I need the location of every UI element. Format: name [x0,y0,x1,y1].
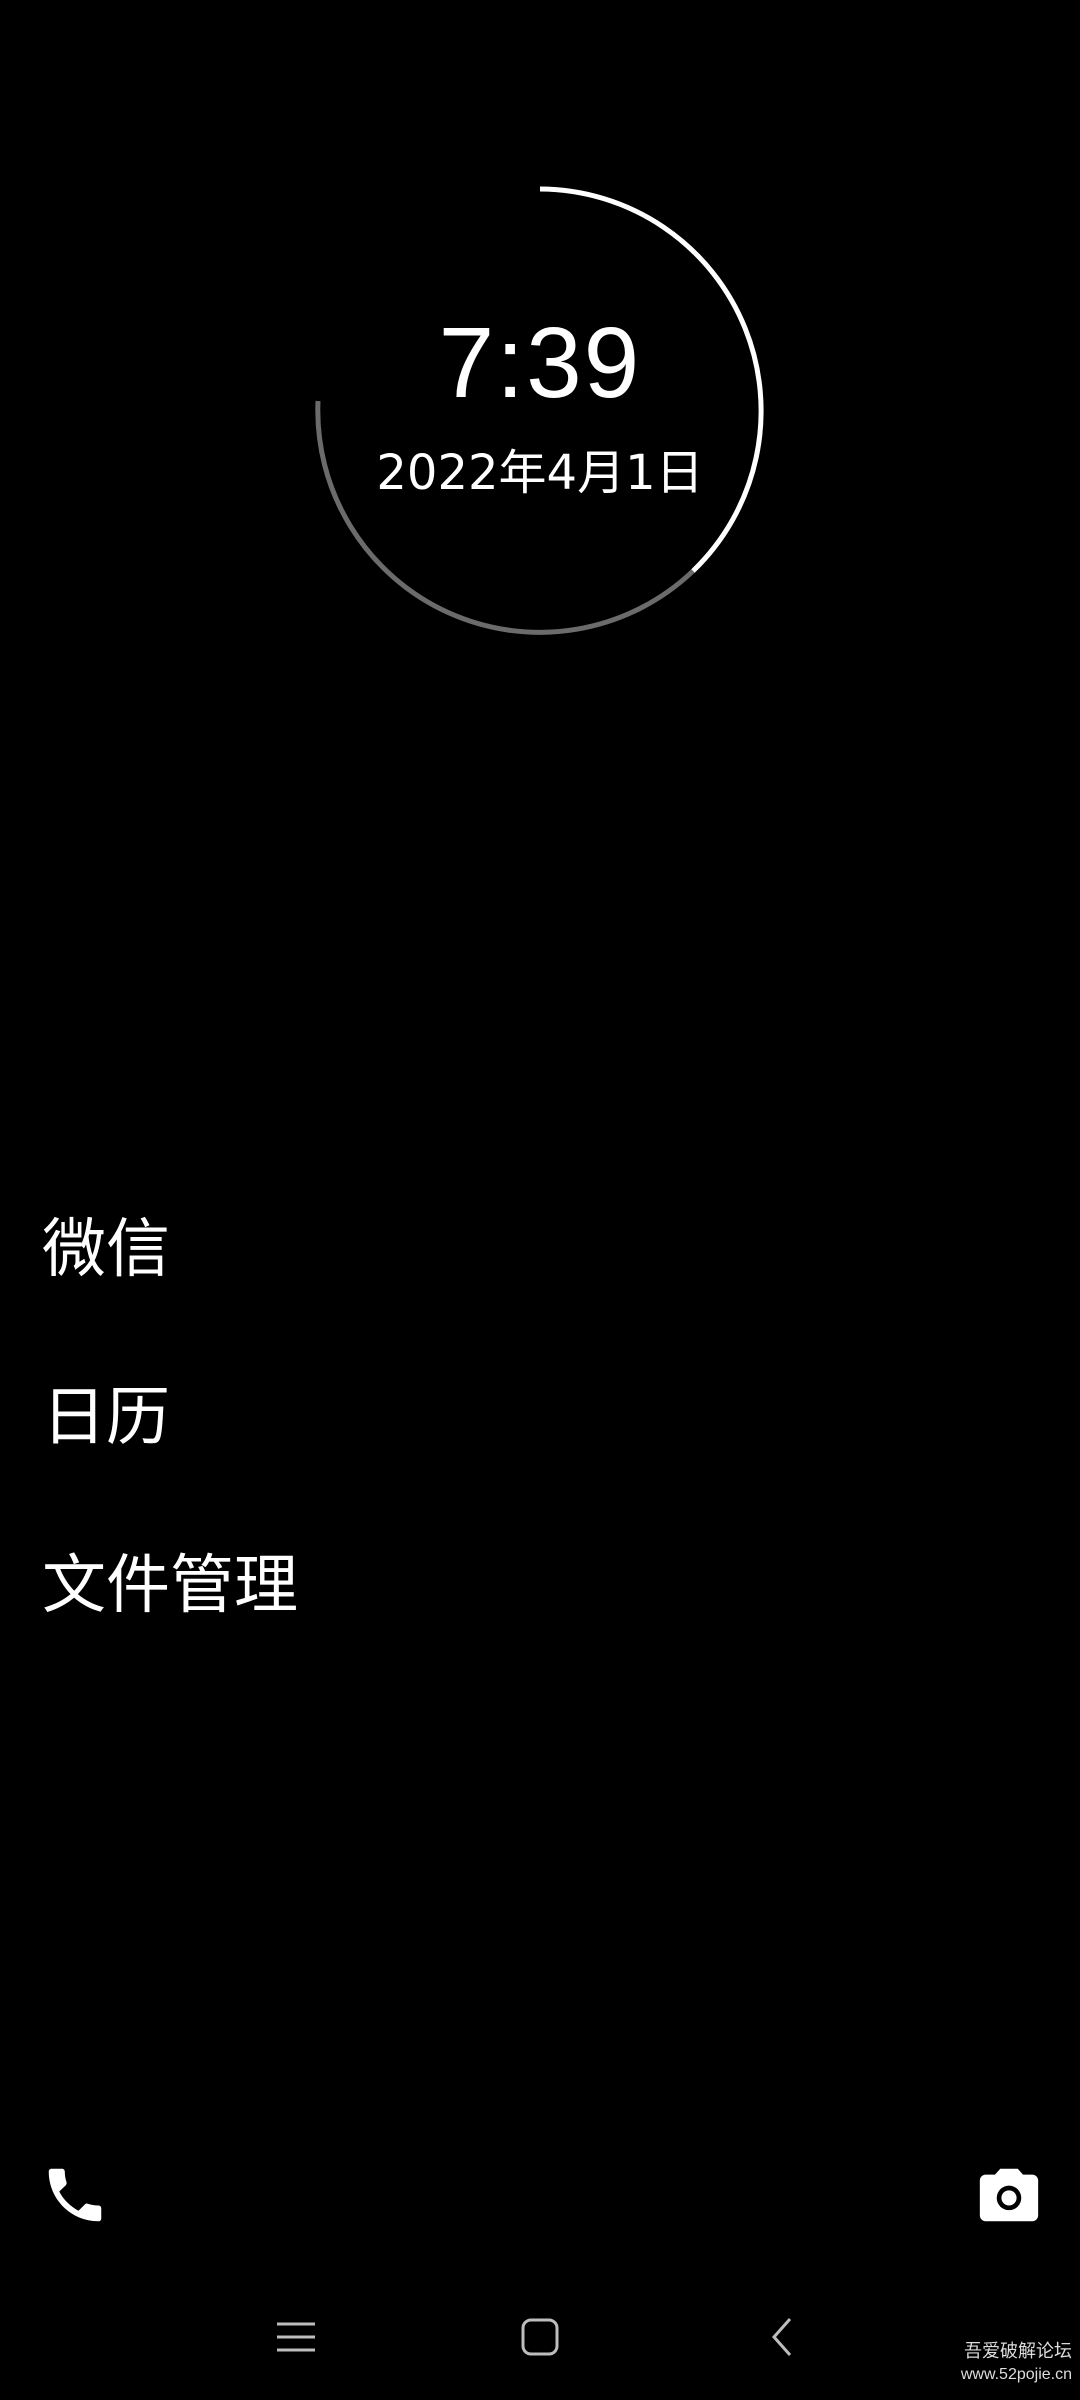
camera-shortcut[interactable] [974,2160,1044,2230]
camera-icon [979,2168,1039,2222]
app-item-wechat[interactable]: 微信 [42,1210,298,1290]
clock-time: 7:39 [438,307,642,419]
phone-shortcut[interactable] [40,2160,110,2230]
app-item-calendar[interactable]: 日历 [42,1378,298,1458]
clock-date: 2022年4月1日 [376,445,704,501]
phone-icon [48,2168,102,2222]
navigation-bar [0,2290,1080,2380]
watermark-name: 吾爱破解论坛 [964,2341,1072,2362]
watermark: 吾爱破解论坛 www.52pojie.cn [961,2340,1072,2386]
back-icon [771,2318,792,2356]
home-button[interactable] [513,2310,567,2364]
ring-elapsed-arc [315,400,695,635]
back-button[interactable] [757,2310,811,2364]
app-list: 微信 日历 文件管理 [42,1210,298,1714]
clock-widget[interactable]: 7:39 2022年4月1日 [312,183,768,639]
watermark-url: www.52pojie.cn [960,2366,1072,2383]
menu-icon [277,2322,315,2352]
home-icon [521,2318,559,2356]
app-item-file-manager[interactable]: 文件管理 [42,1546,298,1626]
recents-button[interactable] [269,2310,323,2364]
